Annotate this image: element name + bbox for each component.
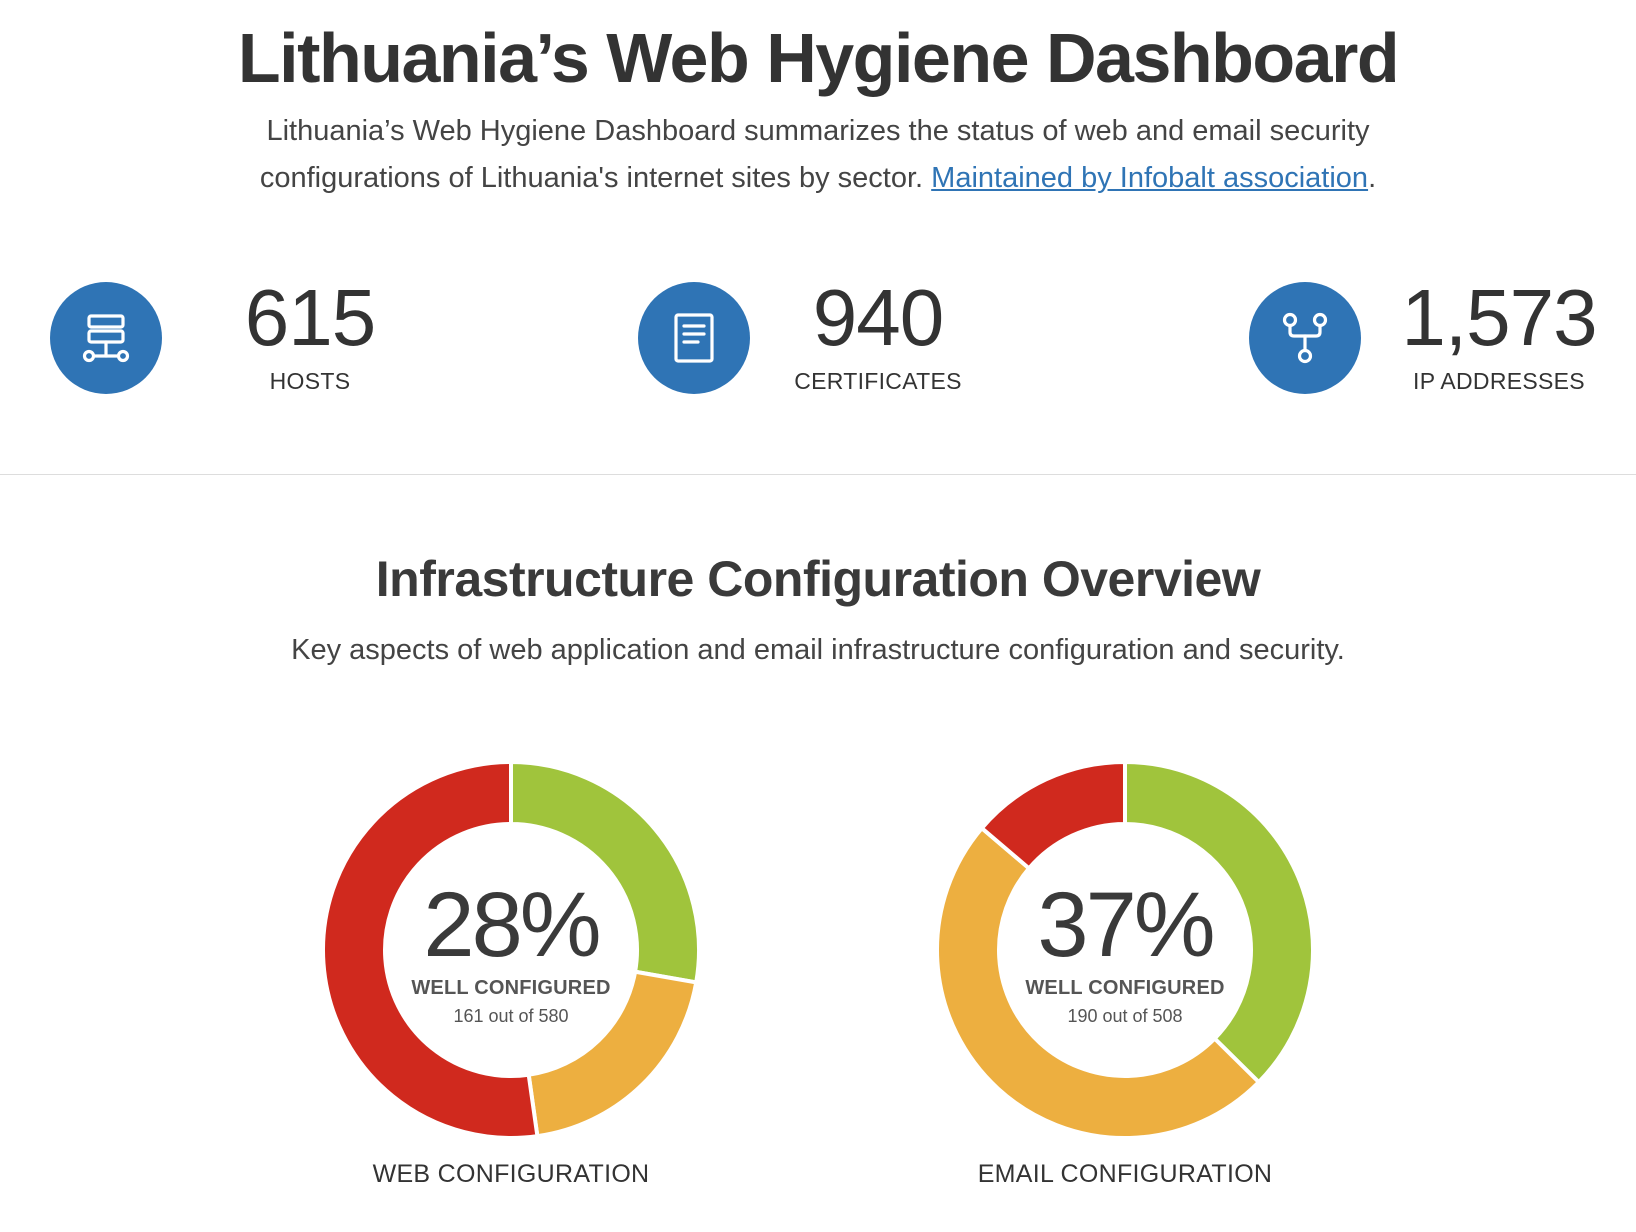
donut-detail: 190 out of 508 <box>1067 1006 1183 1026</box>
section-subtitle: Key aspects of web application and email… <box>291 634 1345 666</box>
web-configuration-donut: 28% WELL CONFIGURED 161 out of 580 WEB C… <box>321 760 701 1200</box>
donut-percent: 37% <box>1037 874 1215 976</box>
donut-label: WELL CONFIGURED <box>1025 977 1225 999</box>
stat-ip-text: 1,573 IP ADDRESSES <box>1384 270 1614 396</box>
donut-percent: 28% <box>423 874 601 976</box>
stat-value: 615 <box>244 273 376 362</box>
donut-center: 37% WELL CONFIGURED 190 out of 508 <box>935 875 1315 1031</box>
section-divider <box>0 474 1636 475</box>
donut-label: WELL CONFIGURED <box>411 977 611 999</box>
section-title: Infrastructure Configuration Overview <box>375 551 1261 607</box>
donut-caption: EMAIL CONFIGURATION <box>977 1160 1273 1188</box>
server-network-icon <box>50 282 162 394</box>
page-title: Lithuania’s Web Hygiene Dashboard <box>237 19 1400 97</box>
donut-center: 28% WELL CONFIGURED 161 out of 580 <box>321 875 701 1031</box>
stat-value: 940 <box>812 273 944 362</box>
infobalt-link[interactable]: Maintained by Infobalt association <box>931 162 1368 194</box>
stat-label: CERTIFICATES <box>794 368 962 394</box>
donut-caption: WEB CONFIGURATION <box>372 1160 650 1188</box>
email-configuration-donut: 37% WELL CONFIGURED 190 out of 508 EMAIL… <box>935 760 1315 1200</box>
stat-label: HOSTS <box>269 368 351 394</box>
stat-label: IP ADDRESSES <box>1413 368 1585 394</box>
document-icon <box>638 282 750 394</box>
fork-network-icon <box>1249 282 1361 394</box>
intro-tail: . <box>1368 162 1377 194</box>
donut-detail: 161 out of 580 <box>453 1006 569 1026</box>
stat-value: 1,573 <box>1401 273 1597 362</box>
intro-text: Lithuania’s Web Hygiene Dashboard summar… <box>200 108 1436 202</box>
stat-hosts-text: 615 HOSTS <box>190 270 430 396</box>
stat-certificates-text: 940 CERTIFICATES <box>778 270 978 396</box>
